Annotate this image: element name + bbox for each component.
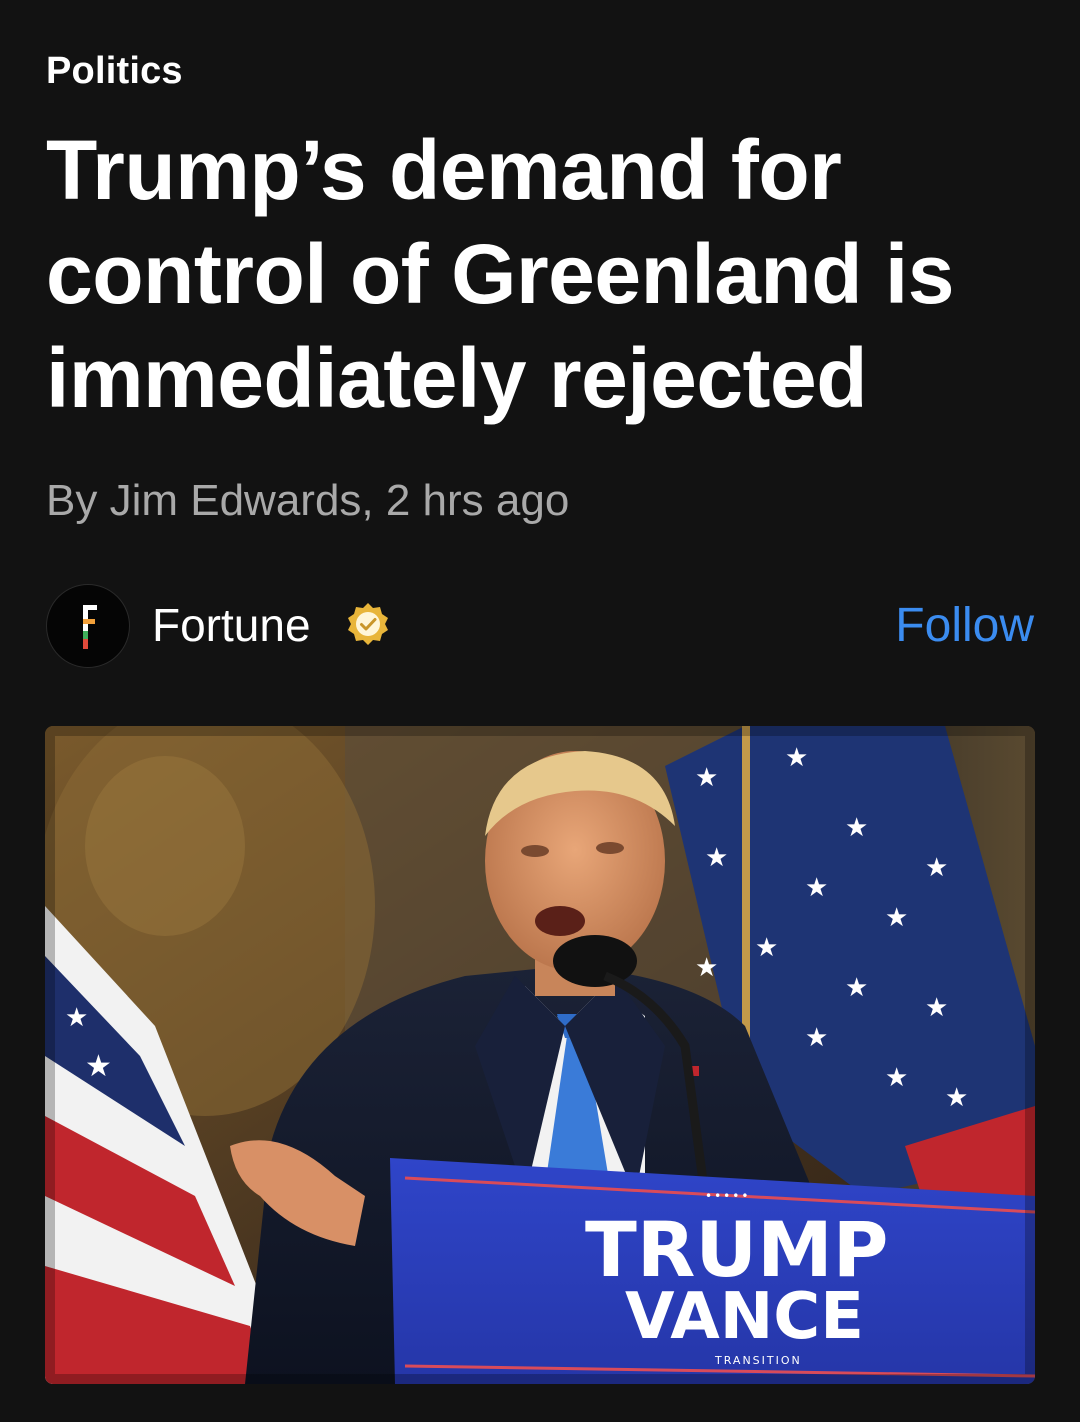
svg-text:★: ★ <box>85 1049 112 1084</box>
podium-line2: VANCE <box>625 1280 864 1354</box>
article-byline: By Jim Edwards, 2 hrs ago <box>46 476 570 525</box>
svg-text:★: ★ <box>65 1003 88 1033</box>
source-row: Fortune Follow <box>46 584 1034 670</box>
svg-text:★: ★ <box>785 743 808 773</box>
svg-text:★: ★ <box>695 763 718 793</box>
svg-text:★: ★ <box>885 903 908 933</box>
svg-text:★: ★ <box>885 1063 908 1093</box>
verified-badge-icon <box>344 600 392 648</box>
category-label[interactable]: Politics <box>46 50 183 93</box>
podium-small: TRANSITION <box>714 1354 802 1367</box>
fortune-logo-icon[interactable] <box>46 584 130 668</box>
svg-text:★: ★ <box>925 853 948 883</box>
article-card[interactable]: Politics Trump’s demand for control of G… <box>0 0 1080 1422</box>
follow-button[interactable]: Follow <box>895 598 1034 653</box>
svg-text:•••••: ••••• <box>705 1189 750 1203</box>
source-name[interactable]: Fortune <box>152 598 311 652</box>
svg-text:★: ★ <box>805 1023 828 1053</box>
svg-text:★: ★ <box>945 1083 968 1113</box>
svg-text:★: ★ <box>845 973 868 1003</box>
svg-text:★: ★ <box>755 933 778 963</box>
svg-text:★: ★ <box>695 953 718 983</box>
svg-text:★: ★ <box>925 993 948 1023</box>
hero-image[interactable]: ★ ★ ★ ★ ★ ★ ★ ★ ★ ★ ★ ★ ★ ★ ★ ★ ••••• TR… <box>45 726 1035 1384</box>
svg-text:★: ★ <box>705 843 728 873</box>
svg-text:★: ★ <box>845 813 868 843</box>
svg-text:★: ★ <box>805 873 828 903</box>
article-headline[interactable]: Trump’s demand for control of Greenland … <box>46 118 1046 430</box>
